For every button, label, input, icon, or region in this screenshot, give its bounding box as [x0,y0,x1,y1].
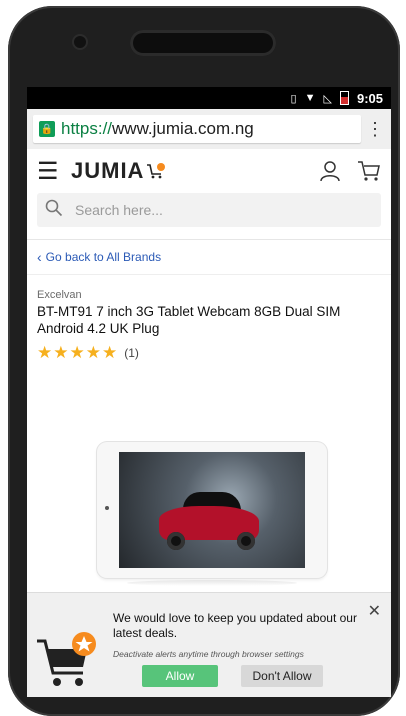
product-image[interactable] [97,442,327,592]
back-link-label: Go back to All Brands [45,250,162,264]
url-text[interactable]: https://www.jumia.com.ng [61,119,254,139]
notification-subtext: Deactivate alerts anytime through browse… [113,649,304,659]
user-icon[interactable] [319,160,341,182]
no-signal-icon: ◺ [323,92,332,105]
overflow-menu-icon[interactable]: ⋮ [365,119,385,140]
address-bar[interactable]: 🔒 https://www.jumia.com.ng [33,115,361,143]
tablet-shadow [127,580,297,586]
url-domain: www.jumia.com.ng [112,119,254,138]
phone-screen: ▯ ▼ ◺ 9:05 🔒 https://www.jumia.com.ng ⋮ … [27,87,391,697]
car-wheel [167,532,185,550]
product-title: BT-MT91 7 inch 3G Tablet Webcam 8GB Dual… [37,304,341,336]
browser-toolbar: 🔒 https://www.jumia.com.ng ⋮ [27,109,391,149]
lock-icon: 🔒 [39,121,55,137]
back-to-brands-link[interactable]: ‹ Go back to All Brands [27,240,391,275]
phone-device: ▯ ▼ ◺ 9:05 🔒 https://www.jumia.com.ng ⋮ … [0,0,406,716]
notification-message: We would love to keep you updated about … [113,611,357,640]
cart-star-icon [37,632,96,686]
rating-count: (1) [124,346,139,360]
battery-low-icon [339,91,349,105]
chevron-left-icon: ‹ [37,249,42,265]
logo-text: JUMIA [71,158,145,183]
car-wheel [237,532,255,550]
tablet-screen-image [119,452,305,568]
cart-icon[interactable] [357,160,381,182]
product-info: Excelvan BT-MT91 7 inch 3G Tablet Webcam… [27,275,391,363]
tablet-device-image [97,442,327,578]
earpiece-speaker [130,30,276,56]
star-rating: ★★★★★ [37,343,119,362]
site-header: ☰ JUMIA [27,149,391,193]
product-brand[interactable]: Excelvan [37,289,381,301]
jumia-logo[interactable]: JUMIA [71,158,166,184]
search-bar[interactable] [37,193,381,227]
allow-button[interactable]: Allow [142,665,218,687]
search-icon[interactable] [45,199,63,222]
hamburger-icon[interactable]: ☰ [37,157,63,186]
tablet-camera-dot [105,506,109,510]
wifi-icon: ▼ [304,92,316,104]
product-rating[interactable]: ★★★★★ (1) [37,343,381,363]
clock: 9:05 [356,90,383,106]
front-camera [74,36,86,48]
close-icon[interactable]: ✕ [368,601,381,621]
vibrate-icon: ▯ [290,92,297,105]
dont-allow-button[interactable]: Don't Allow [241,665,323,687]
search-input[interactable] [73,201,337,219]
url-scheme: https:// [61,119,113,138]
status-bar: ▯ ▼ ◺ 9:05 [27,87,391,109]
logo-cart-icon [147,163,166,179]
notification-prompt: ✕ We would love to keep you updated abou… [27,592,391,697]
